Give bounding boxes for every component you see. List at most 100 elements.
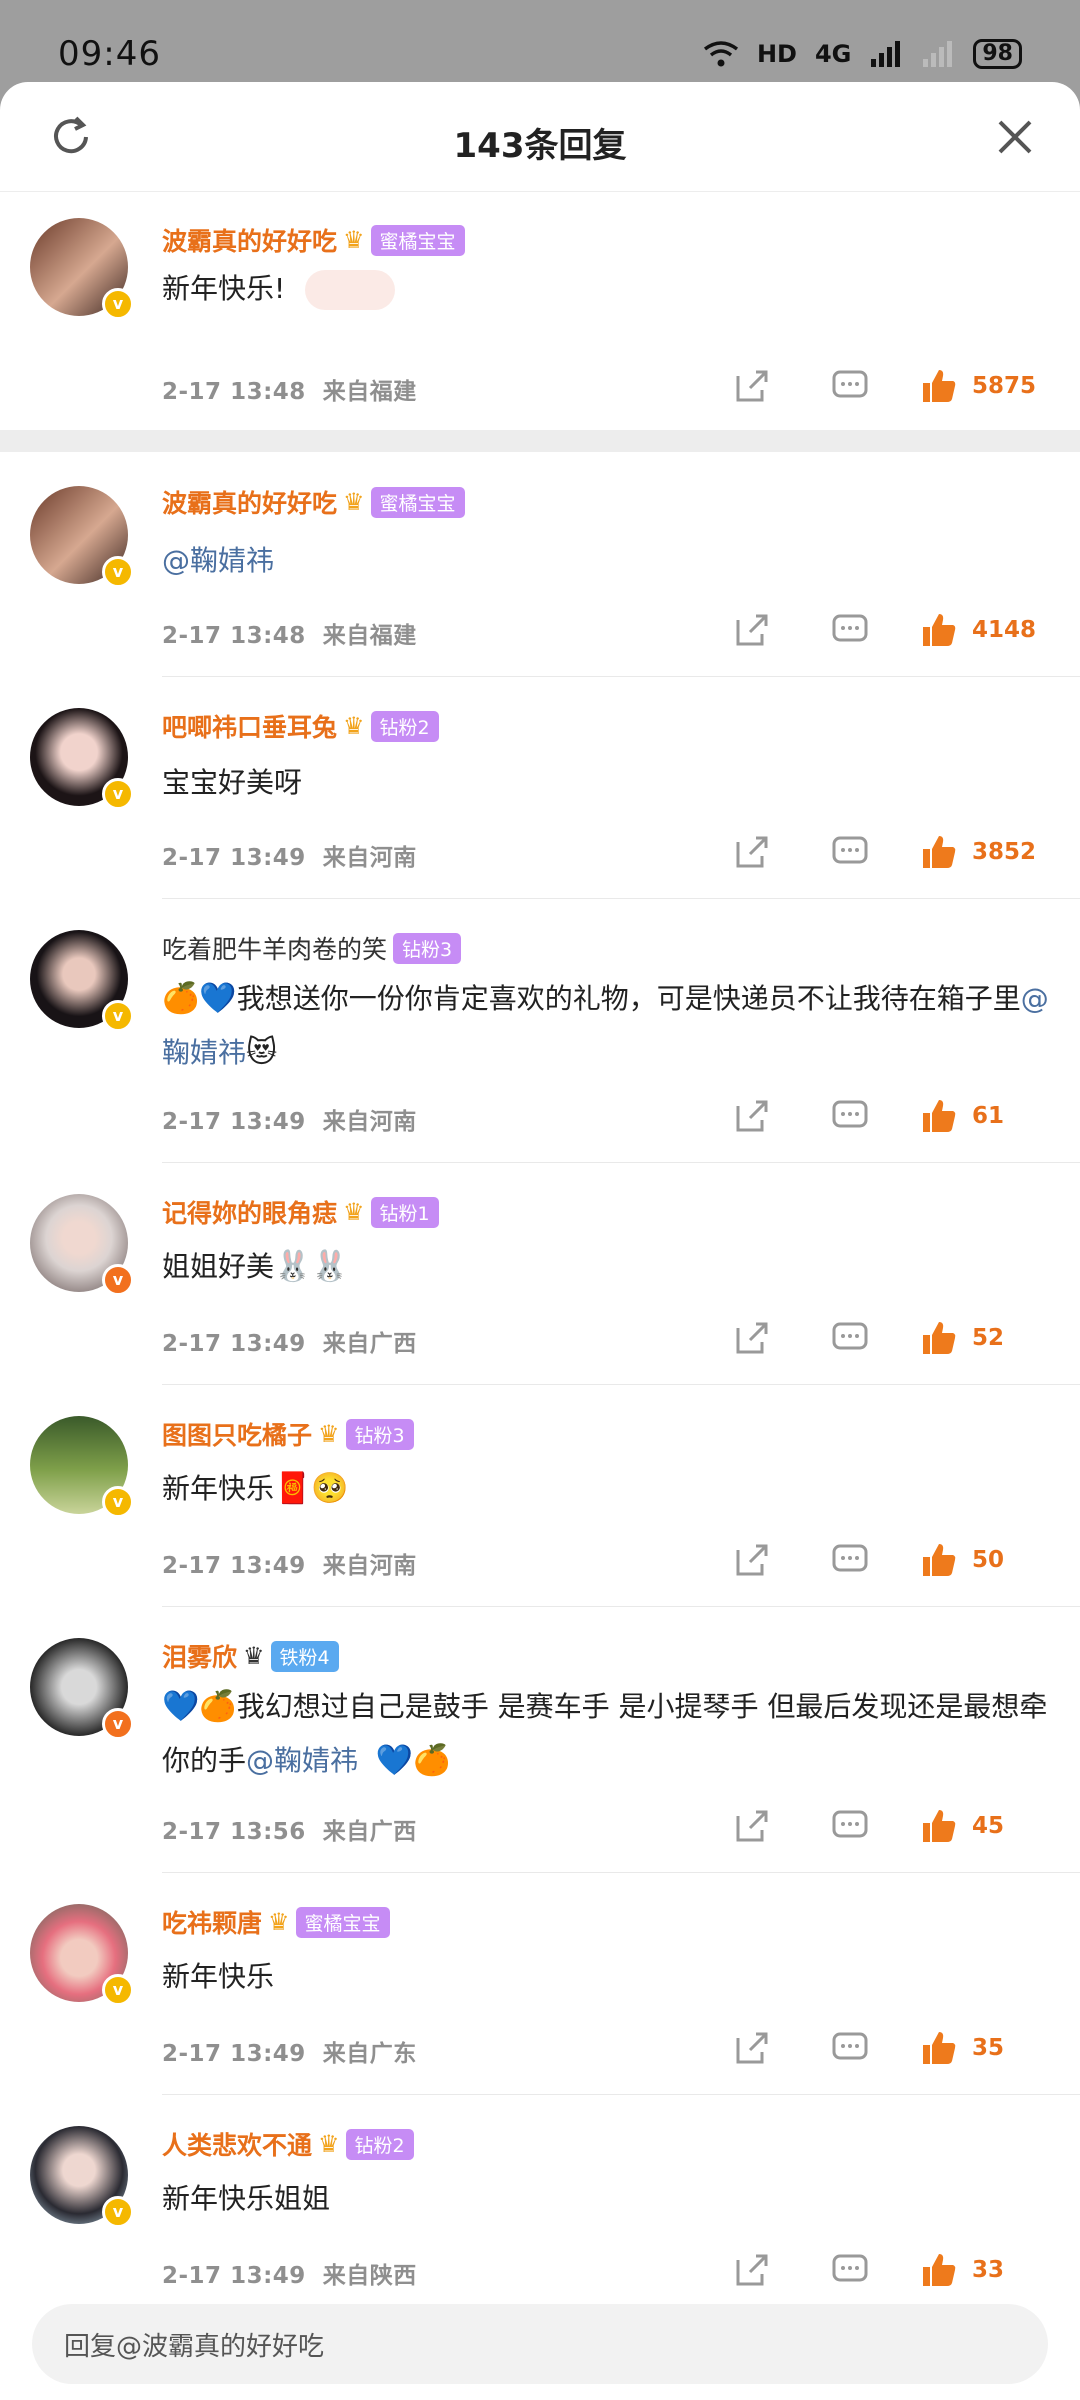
share-icon[interactable] (732, 832, 772, 872)
thumbs-up-icon (923, 614, 956, 646)
username[interactable]: 波霸真的好好吃 (162, 484, 337, 520)
comment-text: 新年快乐 (162, 1960, 275, 1993)
like-button[interactable]: 5875 (920, 367, 1050, 405)
avatar[interactable]: v (30, 1416, 134, 1518)
verified-badge-icon: v (102, 2196, 134, 2228)
comment-text: 🍊💙我想送你一份你肯定喜欢的礼物，可是快递员不让我待在箱子里@鞠婧祎😻 (162, 972, 1052, 1080)
emoji-icon: 🧧🥺 (274, 1471, 349, 1506)
like-button[interactable]: 33 (920, 2251, 1050, 2289)
share-icon[interactable] (732, 2028, 772, 2068)
comment-icon[interactable] (830, 1806, 870, 1846)
status-icons: HD 4G 98 (703, 36, 1022, 72)
comment-icon[interactable] (830, 2028, 870, 2068)
fan-badge: 钻粉2 (370, 710, 439, 742)
fan-badge: 铁粉4 (270, 1640, 339, 1672)
comment-icon[interactable] (830, 2250, 870, 2290)
share-icon[interactable] (732, 1318, 772, 1358)
comment-icon[interactable] (830, 832, 870, 872)
crown-icon: ♛ (243, 1642, 265, 1670)
comment-time: 2-17 13:48 (162, 623, 306, 649)
username[interactable]: 人类悲欢不通 (162, 2126, 312, 2162)
avatar[interactable]: v (30, 930, 134, 1032)
divider (162, 2094, 1080, 2095)
avatar[interactable]: v (30, 1904, 134, 2006)
blue-heart-icon: 💙 (162, 1689, 200, 1724)
like-count: 3852 (972, 839, 1037, 865)
share-icon[interactable] (732, 1096, 772, 1136)
verified-badge-icon: v (102, 1264, 134, 1296)
avatar[interactable]: v (30, 486, 134, 588)
status-bar: 09:46 HD 4G 98 (0, 0, 1080, 82)
divider (162, 1384, 1080, 1385)
comment-location: 来自广西 (322, 1819, 417, 1845)
comment-time: 2-17 13:49 (162, 1553, 306, 1579)
username[interactable]: 图图只吃橘子 (162, 1416, 312, 1452)
comment-time: 2-17 13:49 (162, 1109, 306, 1135)
name-row: 吃着肥牛羊肉卷的笑 钻粉3 (162, 930, 462, 966)
like-button[interactable]: 35 (920, 2029, 1050, 2067)
thumbs-up-icon (923, 370, 956, 402)
username[interactable]: 记得妳的眼角痣 (162, 1194, 337, 1230)
share-icon[interactable] (732, 366, 772, 406)
avatar[interactable]: v (30, 708, 134, 810)
verified-badge-icon: v (102, 1974, 134, 2006)
username[interactable]: 吧唧祎口垂耳兔 (162, 708, 337, 744)
orange-emoji-icon: 🍊 (162, 981, 200, 1016)
like-button[interactable]: 50 (920, 1541, 1050, 1579)
comment-location: 来自河南 (322, 845, 417, 871)
thumbs-up-icon (923, 1544, 956, 1576)
comment-icon[interactable] (830, 610, 870, 650)
like-button[interactable]: 61 (920, 1097, 1050, 1135)
comment-meta: 2-17 13:48 来自福建 (162, 616, 417, 650)
share-icon[interactable] (732, 2250, 772, 2290)
avatar[interactable]: v (30, 1638, 134, 1740)
like-button[interactable]: 45 (920, 1807, 1050, 1845)
comment-icon[interactable] (830, 366, 870, 406)
comment-meta: 2-17 13:56 来自广西 (162, 1812, 417, 1846)
like-button[interactable]: 4148 (920, 611, 1050, 649)
comment-text: 新年快乐🧧🥺 (162, 1462, 1052, 1516)
name-row: 图图只吃橘子 ♛ 钻粉3 (162, 1416, 414, 1452)
username[interactable]: 吃祎颗唐 (162, 1904, 262, 1940)
like-count: 50 (972, 1547, 1005, 1573)
name-row: 吧唧祎口垂耳兔 ♛ 钻粉2 (162, 708, 439, 744)
mention-link[interactable]: @鞠婧祎 (246, 1744, 358, 1777)
signal-icon (871, 41, 901, 67)
share-icon[interactable] (732, 1540, 772, 1580)
name-row: 泪雾欣 ♛ 铁粉4 (162, 1638, 339, 1674)
fan-badge: 蜜橘宝宝 (370, 486, 465, 518)
signal-label: 4G (814, 40, 852, 68)
comment-actions: 50 (732, 1540, 1050, 1580)
comment-meta: 2-17 13:48 来自福建 (162, 372, 417, 406)
username[interactable]: 波霸真的好好吃 (162, 222, 337, 258)
thumbs-up-icon (923, 836, 956, 868)
username[interactable]: 吃着肥牛羊肉卷的笑 (162, 930, 387, 966)
comment-text: 新年快乐! (162, 262, 1052, 316)
username[interactable]: 泪雾欣 (162, 1638, 237, 1674)
avatar[interactable]: v (30, 2126, 134, 2228)
like-count: 4148 (972, 617, 1037, 643)
sheet-header: 143条回复 (0, 82, 1080, 192)
share-icon[interactable] (732, 610, 772, 650)
section-separator (0, 430, 1080, 452)
comment-location: 来自陕西 (322, 2263, 417, 2289)
fan-badge: 钻粉3 (393, 932, 462, 964)
avatar[interactable]: v (30, 1194, 134, 1296)
crown-icon: ♛ (343, 488, 365, 516)
comment-text: 💙🍊我幻想过自己是鼓手 是赛车手 是小提琴手 但最后发现还是最想牵你的手@鞠婧祎… (162, 1680, 1052, 1788)
like-button[interactable]: 52 (920, 1319, 1050, 1357)
mention-link[interactable]: @鞠婧祎 (162, 544, 274, 577)
close-icon[interactable] (990, 112, 1040, 162)
comment-icon[interactable] (830, 1540, 870, 1580)
like-button[interactable]: 3852 (920, 833, 1050, 871)
name-row: 记得妳的眼角痣 ♛ 钻粉1 (162, 1194, 439, 1230)
reply-input[interactable]: 回复@波霸真的好好吃 (32, 2304, 1048, 2384)
blue-heart-icon: 💙 (199, 981, 237, 1016)
comment-icon[interactable] (830, 1096, 870, 1136)
comment-actions: 5875 (732, 366, 1050, 406)
crown-icon: ♛ (343, 712, 365, 740)
share-icon[interactable] (732, 1806, 772, 1846)
crown-icon: ♛ (343, 226, 365, 254)
comment-icon[interactable] (830, 1318, 870, 1358)
avatar[interactable]: v (30, 218, 134, 320)
